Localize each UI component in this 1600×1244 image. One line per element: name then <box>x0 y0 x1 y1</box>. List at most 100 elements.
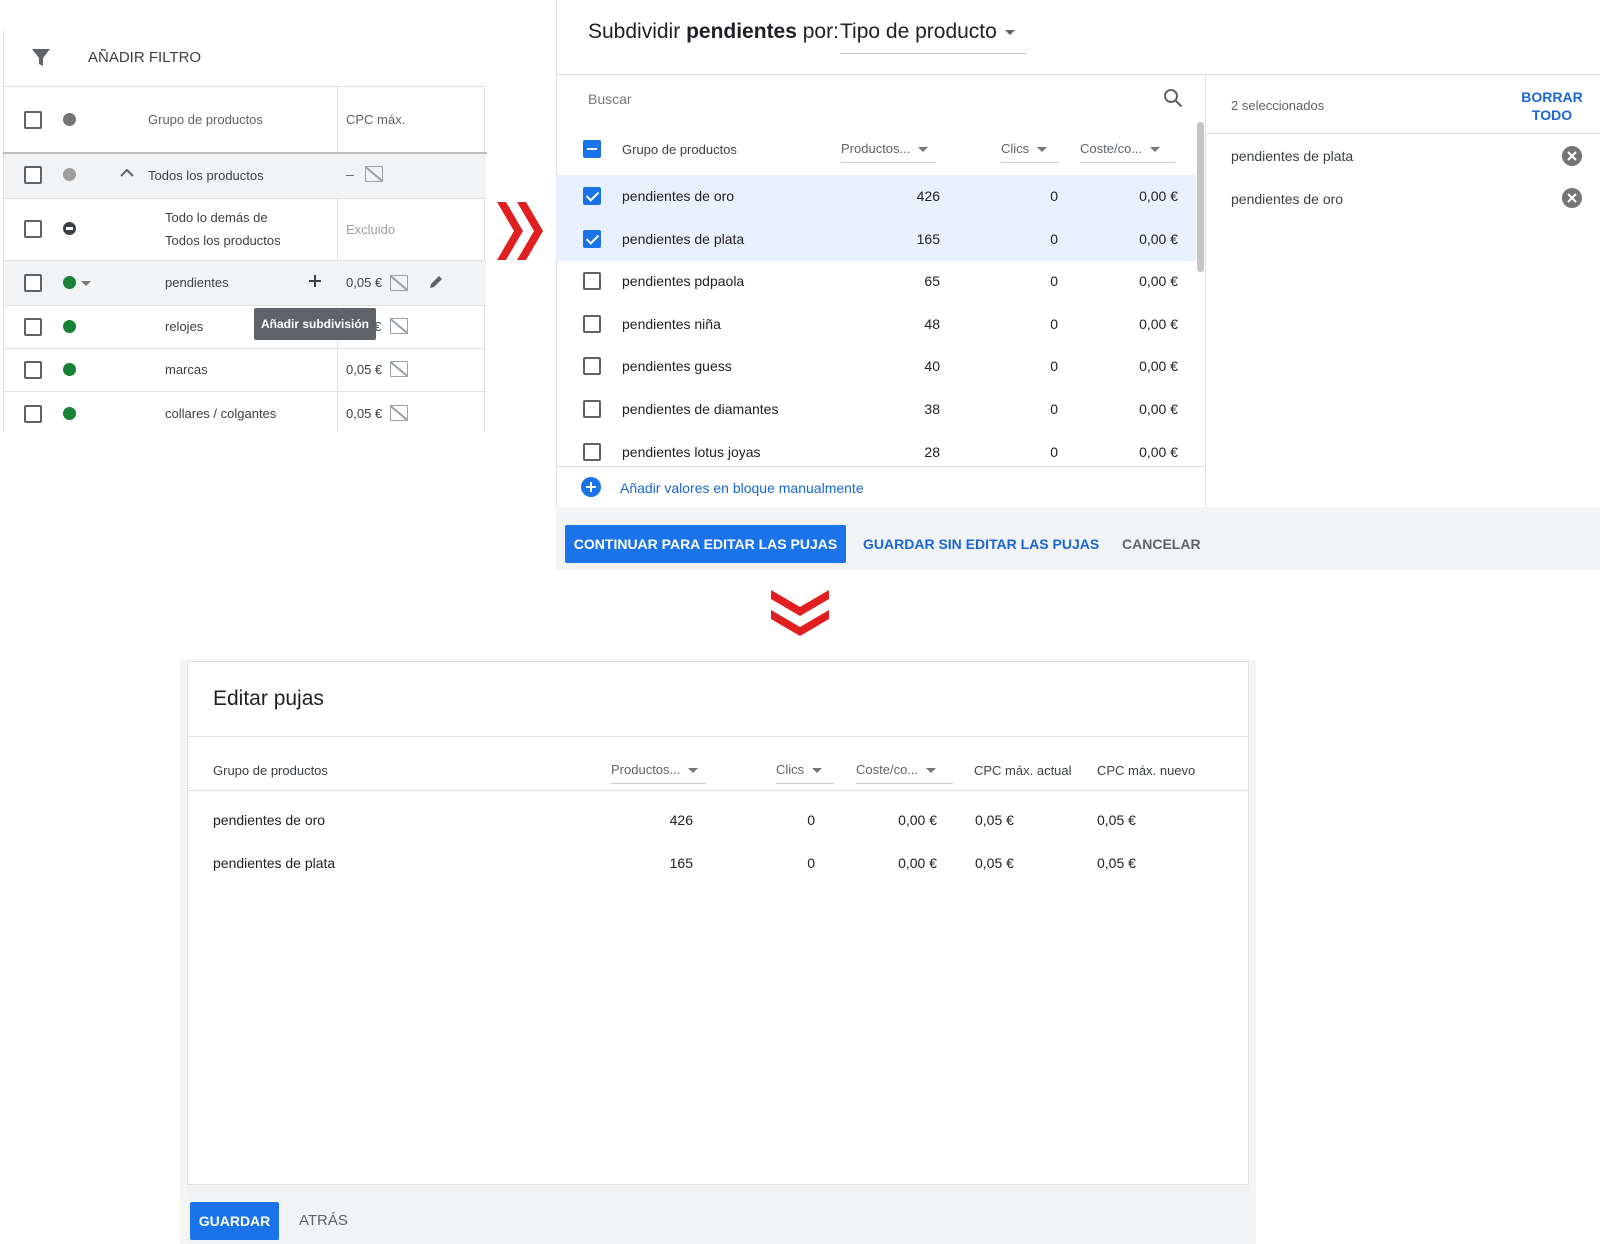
product-group-name: pendientes de oro <box>213 812 326 828</box>
product-type-name: pendientes pdpaola <box>622 273 745 289</box>
column-header-clicks[interactable]: Clics <box>1001 141 1059 163</box>
row-checkbox[interactable] <box>24 166 42 184</box>
product-type-name: pendientes de diamantes <box>622 401 779 417</box>
product-group-name-line1: Todo lo demás de <box>165 210 268 225</box>
selected-count: 2 seleccionados <box>1231 98 1325 113</box>
column-header-cost[interactable]: Coste/co... <box>856 762 953 784</box>
continue-edit-bids-button[interactable]: CONTINUAR PARA EDITAR LAS PUJAS <box>565 525 846 563</box>
clicks-count: 0 <box>1050 316 1058 332</box>
clicks-count: 0 <box>807 855 815 871</box>
double-chevron-right-icon <box>497 202 543 260</box>
cost-value: 0,00 € <box>1139 231 1178 247</box>
edit-bids-dialog: Editar pujas Grupo de productos Producto… <box>180 659 1256 1244</box>
product-group-name: marcas <box>165 362 208 377</box>
cpc-new-input[interactable]: 0,05 € <box>1097 812 1136 828</box>
row-checkbox[interactable] <box>583 357 601 375</box>
add-circle-icon[interactable] <box>580 476 602 498</box>
cpc-current: 0,05 € <box>975 855 1014 871</box>
row-checkbox[interactable] <box>583 443 601 461</box>
row-checkbox[interactable] <box>24 318 42 336</box>
products-count: 48 <box>924 316 940 332</box>
status-dot <box>63 168 76 181</box>
products-count: 426 <box>916 188 940 204</box>
scrollbar[interactable] <box>1197 122 1204 272</box>
column-header-group[interactable]: Grupo de productos <box>148 112 263 127</box>
select-all-checkbox[interactable] <box>583 140 601 158</box>
column-header-group[interactable]: Grupo de productos <box>622 142 737 157</box>
product-group-name: relojes <box>165 319 204 334</box>
row-checkbox[interactable] <box>24 405 42 423</box>
row-checkbox[interactable] <box>24 220 42 238</box>
remove-icon[interactable] <box>1561 145 1583 167</box>
clicks-count: 0 <box>1050 401 1058 417</box>
image-off-icon <box>390 405 408 421</box>
image-off-icon <box>390 318 408 334</box>
back-button[interactable]: ATRÁS <box>299 1212 348 1229</box>
column-header-cpc[interactable]: CPC máx. <box>346 112 405 127</box>
column-header-cost[interactable]: Coste/co... <box>1080 141 1175 163</box>
column-header-products[interactable]: Productos... <box>841 141 936 163</box>
products-count: 65 <box>924 273 940 289</box>
search-input[interactable]: Buscar <box>588 91 1168 107</box>
image-off-icon <box>390 275 408 291</box>
product-group-name: pendientes <box>165 275 229 290</box>
status-dot <box>63 407 76 420</box>
products-count: 426 <box>669 812 693 828</box>
row-checkbox[interactable] <box>583 400 601 418</box>
status-dropdown-caret[interactable] <box>81 281 91 286</box>
product-type-name: pendientes guess <box>622 358 732 374</box>
add-subdivision-icon[interactable] <box>309 275 321 287</box>
cost-value: 0,00 € <box>1139 401 1178 417</box>
save-without-edit-button[interactable]: GUARDAR SIN EDITAR LAS PUJAS <box>863 536 1099 552</box>
clicks-count: 0 <box>807 812 815 828</box>
filter-icon[interactable] <box>31 48 51 68</box>
row-checkbox[interactable] <box>583 187 601 205</box>
dialog-title: Editar pujas <box>213 687 324 710</box>
cancel-button[interactable]: CANCELAR <box>1122 536 1201 552</box>
product-group-name-line2: Todos los productos <box>165 233 281 248</box>
selected-item: pendientes de oro <box>1231 191 1344 207</box>
row-checkbox[interactable] <box>24 361 42 379</box>
row-checkbox[interactable] <box>583 272 601 290</box>
select-all-checkbox[interactable] <box>24 111 42 129</box>
cost-value: 0,00 € <box>1139 316 1178 332</box>
selected-item: pendientes de plata <box>1231 148 1354 164</box>
column-header-products[interactable]: Productos... <box>611 762 706 784</box>
clear-all-button[interactable]: BORRAR TODO <box>1508 88 1596 124</box>
column-header-clicks[interactable]: Clics <box>776 762 834 784</box>
cost-value: 0,00 € <box>898 812 937 828</box>
edit-icon[interactable] <box>428 274 444 290</box>
status-header-dot <box>63 113 76 126</box>
table-row <box>4 261 486 305</box>
column-header-cpc-current: CPC máx. actual <box>974 763 1072 778</box>
product-type-name: pendientes de plata <box>622 231 745 247</box>
cpc-value: – <box>346 166 354 182</box>
row-checkbox[interactable] <box>583 230 601 248</box>
products-count: 38 <box>924 401 940 417</box>
image-off-icon <box>390 361 408 377</box>
remove-icon[interactable] <box>1561 187 1583 209</box>
add-bulk-values-link[interactable]: Añadir valores en bloque manualmente <box>620 480 864 496</box>
status-dot <box>63 320 76 333</box>
products-count: 28 <box>924 444 940 460</box>
status-dot <box>63 276 76 289</box>
row-checkbox[interactable] <box>24 274 42 292</box>
save-button[interactable]: GUARDAR <box>190 1202 279 1240</box>
status-dot <box>63 363 76 376</box>
clicks-count: 0 <box>1050 273 1058 289</box>
column-header-group[interactable]: Grupo de productos <box>213 763 328 778</box>
cpc-new-input[interactable]: 0,05 € <box>1097 855 1136 871</box>
add-filter-button[interactable]: AÑADIR FILTRO <box>88 49 201 66</box>
cost-value: 0,00 € <box>1139 273 1178 289</box>
row-checkbox[interactable] <box>583 315 601 333</box>
double-chevron-down-icon <box>771 590 829 636</box>
dimension-dropdown[interactable]: Tipo de producto <box>840 20 1026 54</box>
left-panel: AÑADIR FILTRO Grupo de productos CPC máx… <box>0 0 487 432</box>
products-count: 165 <box>916 231 940 247</box>
tooltip: Añadir subdivisión <box>254 308 376 340</box>
search-icon[interactable] <box>1163 88 1183 108</box>
subdivide-dialog: Subdividir pendientes por: Tipo de produ… <box>556 0 1600 570</box>
product-group-name: pendientes de plata <box>213 855 336 871</box>
chevron-up-icon[interactable] <box>120 168 134 178</box>
dialog-title: Subdividir pendientes por: <box>588 20 845 43</box>
